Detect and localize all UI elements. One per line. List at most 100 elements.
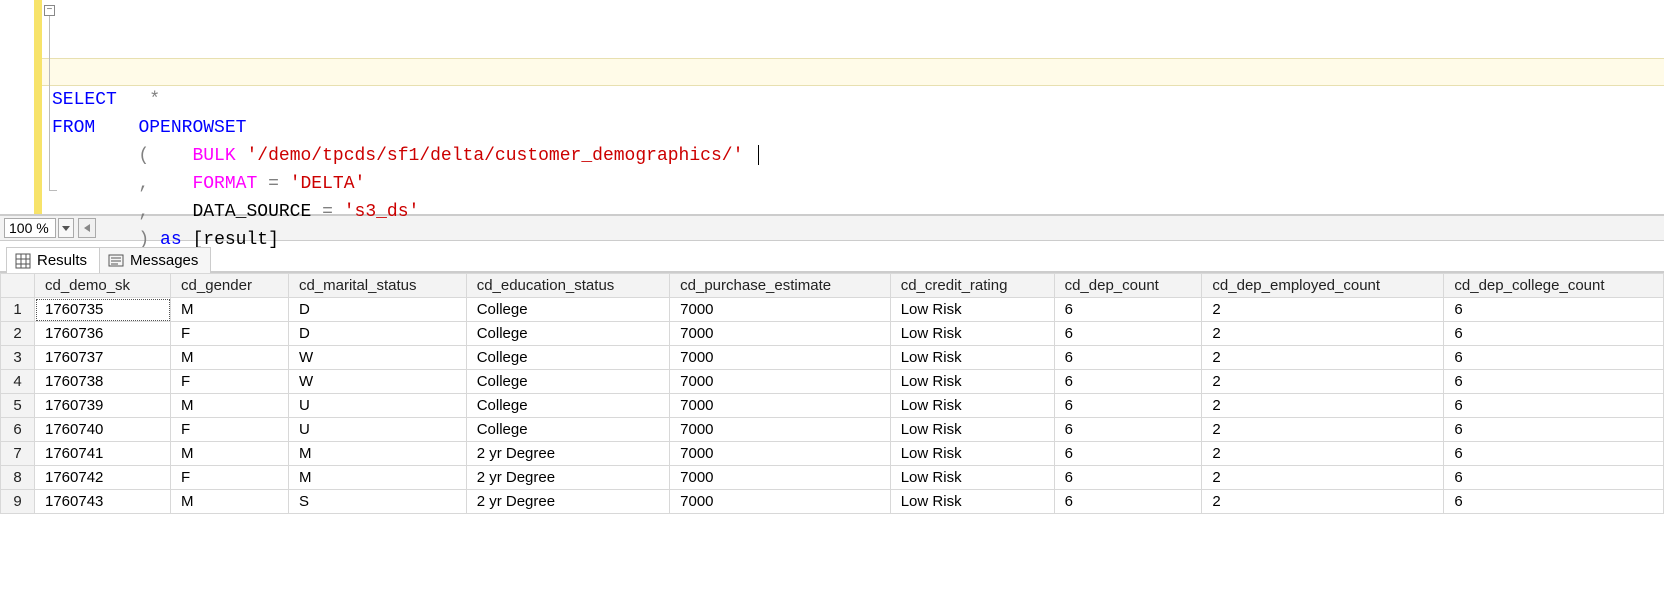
cell[interactable]: W <box>288 346 466 370</box>
row-number[interactable]: 5 <box>1 394 35 418</box>
code-line[interactable]: ) as [result] <box>52 226 1664 254</box>
table-row[interactable]: 81760742FM2 yr Degree7000Low Risk626 <box>1 466 1664 490</box>
code-line[interactable]: , DATA_SOURCE = 's3_ds' <box>52 198 1664 226</box>
code-line[interactable]: SELECT * <box>52 86 1664 114</box>
table-row[interactable]: 41760738FWCollege7000Low Risk626 <box>1 370 1664 394</box>
cell[interactable]: 6 <box>1054 346 1202 370</box>
cell[interactable]: M <box>288 442 466 466</box>
cell[interactable]: College <box>466 370 669 394</box>
cell[interactable]: F <box>171 418 289 442</box>
cell[interactable]: 7000 <box>670 442 891 466</box>
cell[interactable]: 6 <box>1054 418 1202 442</box>
row-number[interactable]: 3 <box>1 346 35 370</box>
cell[interactable]: 7000 <box>670 466 891 490</box>
cell[interactable]: 6 <box>1444 442 1664 466</box>
cell[interactable]: M <box>171 394 289 418</box>
cell[interactable]: College <box>466 298 669 322</box>
cell[interactable]: Low Risk <box>890 322 1054 346</box>
cell[interactable]: 7000 <box>670 346 891 370</box>
cell[interactable]: 1760741 <box>35 442 171 466</box>
cell[interactable]: 2 yr Degree <box>466 466 669 490</box>
cell[interactable]: 7000 <box>670 394 891 418</box>
cell[interactable]: 6 <box>1054 394 1202 418</box>
cell[interactable]: 1760738 <box>35 370 171 394</box>
cell[interactable]: 6 <box>1054 442 1202 466</box>
table-row[interactable]: 91760743MS2 yr Degree7000Low Risk626 <box>1 490 1664 514</box>
cell[interactable]: 7000 <box>670 322 891 346</box>
cell[interactable]: Low Risk <box>890 394 1054 418</box>
row-number[interactable]: 4 <box>1 370 35 394</box>
cell[interactable]: M <box>171 298 289 322</box>
cell[interactable]: 6 <box>1444 394 1664 418</box>
cell[interactable]: 2 <box>1202 298 1444 322</box>
row-number[interactable]: 8 <box>1 466 35 490</box>
cell[interactable]: 6 <box>1054 370 1202 394</box>
cell[interactable]: 1760743 <box>35 490 171 514</box>
cell[interactable]: 1760742 <box>35 466 171 490</box>
cell[interactable]: College <box>466 394 669 418</box>
cell[interactable]: 1760735 <box>35 298 171 322</box>
row-number[interactable]: 2 <box>1 322 35 346</box>
zoom-value[interactable]: 100 % <box>4 218 56 238</box>
cell[interactable]: 6 <box>1054 322 1202 346</box>
cell[interactable]: 6 <box>1444 418 1664 442</box>
cell[interactable]: 2 <box>1202 466 1444 490</box>
table-row[interactable]: 61760740FUCollege7000Low Risk626 <box>1 418 1664 442</box>
table-row[interactable]: 21760736FDCollege7000Low Risk626 <box>1 322 1664 346</box>
cell[interactable]: College <box>466 346 669 370</box>
cell[interactable]: M <box>288 466 466 490</box>
cell[interactable]: W <box>288 370 466 394</box>
cell[interactable]: 6 <box>1444 346 1664 370</box>
cell[interactable]: 2 <box>1202 490 1444 514</box>
results-grid[interactable]: cd_demo_skcd_gendercd_marital_statuscd_e… <box>0 273 1664 514</box>
cell[interactable]: 2 <box>1202 418 1444 442</box>
cell[interactable]: 1760739 <box>35 394 171 418</box>
cell[interactable]: Low Risk <box>890 346 1054 370</box>
code-line[interactable]: ( BULK '/demo/tpcds/sf1/delta/customer_d… <box>52 142 1664 170</box>
cell[interactable]: M <box>171 490 289 514</box>
cell[interactable]: College <box>466 322 669 346</box>
cell[interactable]: 7000 <box>670 418 891 442</box>
table-row[interactable]: 71760741MM2 yr Degree7000Low Risk626 <box>1 442 1664 466</box>
row-number-header[interactable] <box>1 274 35 298</box>
tab-messages[interactable]: Messages <box>99 247 211 273</box>
cell[interactable]: F <box>171 466 289 490</box>
cell[interactable]: 7000 <box>670 370 891 394</box>
tab-results[interactable]: Results <box>6 247 100 273</box>
cell[interactable]: 6 <box>1444 298 1664 322</box>
cell[interactable]: 6 <box>1444 322 1664 346</box>
cell[interactable]: U <box>288 418 466 442</box>
cell[interactable]: 2 <box>1202 394 1444 418</box>
cell[interactable]: 7000 <box>670 298 891 322</box>
cell[interactable]: 7000 <box>670 490 891 514</box>
cell[interactable]: D <box>288 322 466 346</box>
cell[interactable]: 2 <box>1202 370 1444 394</box>
code-line[interactable]: GO <box>52 254 1664 282</box>
cell[interactable]: 1760736 <box>35 322 171 346</box>
cell[interactable]: 6 <box>1054 490 1202 514</box>
cell[interactable]: U <box>288 394 466 418</box>
cell[interactable]: 6 <box>1444 466 1664 490</box>
sql-editor[interactable]: − SELECT *FROM OPENROWSET ( BULK '/demo/… <box>0 0 1664 215</box>
row-number[interactable]: 6 <box>1 418 35 442</box>
cell[interactable]: 2 <box>1202 346 1444 370</box>
cell[interactable]: Low Risk <box>890 442 1054 466</box>
cell[interactable]: 6 <box>1444 370 1664 394</box>
cell[interactable]: F <box>171 322 289 346</box>
row-number[interactable]: 7 <box>1 442 35 466</box>
cell[interactable]: M <box>171 442 289 466</box>
cell[interactable]: 1760737 <box>35 346 171 370</box>
cell[interactable]: Low Risk <box>890 370 1054 394</box>
cell[interactable]: Low Risk <box>890 466 1054 490</box>
table-row[interactable]: 31760737MWCollege7000Low Risk626 <box>1 346 1664 370</box>
cell[interactable]: 6 <box>1054 298 1202 322</box>
table-row[interactable]: 11760735MDCollege7000Low Risk626 <box>1 298 1664 322</box>
cell[interactable]: M <box>171 346 289 370</box>
cell[interactable]: 6 <box>1054 466 1202 490</box>
cell[interactable]: 1760740 <box>35 418 171 442</box>
cell[interactable]: Low Risk <box>890 418 1054 442</box>
cell[interactable]: D <box>288 298 466 322</box>
table-row[interactable]: 51760739MUCollege7000Low Risk626 <box>1 394 1664 418</box>
cell[interactable]: 2 <box>1202 322 1444 346</box>
cell[interactable]: Low Risk <box>890 490 1054 514</box>
